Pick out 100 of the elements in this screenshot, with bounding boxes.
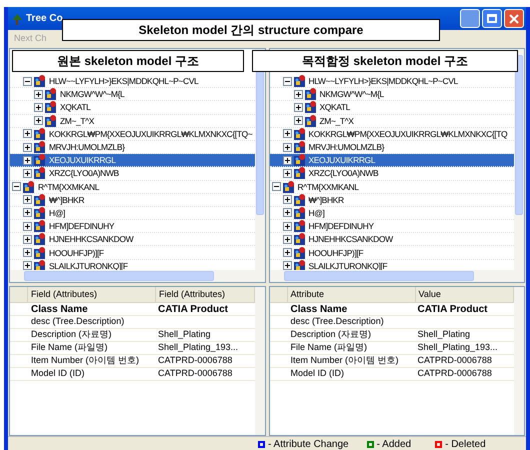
tree-item[interactable]: HJNEHHKCSANKDOW (48, 233, 134, 246)
product-icon (304, 88, 316, 100)
product-icon (34, 167, 46, 180)
expand-toggle[interactable] (282, 168, 292, 178)
expand-toggle[interactable] (282, 261, 292, 270)
tree-item[interactable]: XEOJUXUIKRRGL (308, 154, 376, 166)
expand-toggle[interactable] (294, 116, 302, 126)
product-icon (294, 75, 306, 88)
tree-item[interactable]: HFM]DEFDINUHY (308, 220, 375, 232)
expand-toggle[interactable] (23, 156, 32, 165)
callout-label: Skeleton model 간의 structure compare (62, 19, 440, 41)
tree-item[interactable]: ZM~_T^X (318, 114, 355, 127)
tree-item[interactable]: HJNEHHKCSANKDOW (308, 233, 394, 246)
tree-item[interactable]: MRVJH:UMOLMZLB} (48, 141, 126, 154)
tree-item[interactable]: NKMGW^W^~M{L (318, 88, 385, 100)
tree-item[interactable]: NKMGW^W^~M{L (59, 88, 126, 100)
tree-item[interactable]: ZM~_T^X (59, 114, 96, 127)
table-cell-text: desc (Tree.Description) (290, 316, 385, 328)
table-cell-text: CATIA Product (157, 303, 229, 315)
tree-item[interactable]: H@] (308, 206, 326, 219)
expand-toggle[interactable] (23, 129, 32, 138)
expand-toggle[interactable] (23, 195, 32, 204)
minimize-button[interactable] (460, 9, 480, 28)
product-icon (294, 194, 306, 206)
tree-item[interactable]: HOOUHFJP)][F (48, 246, 105, 259)
product-icon (45, 114, 57, 127)
maximize-button[interactable] (482, 9, 502, 28)
pane-caption: 목적함정 skeleton model 구조 (252, 50, 518, 72)
collapse-toggle[interactable] (12, 182, 21, 192)
expand-toggle[interactable] (282, 248, 292, 258)
tree-item[interactable]: HLW~~LYFYLH>}EKS|MDDKQHL~P~CVL (308, 75, 459, 88)
table-cell-text: Shell_Plating (157, 329, 212, 341)
horizontal-scrollbar[interactable] (270, 270, 524, 282)
collapse-toggle[interactable] (272, 182, 280, 192)
table-cell-text: Class Name (290, 303, 348, 315)
table-cell-text: Shell_Plating_193... (157, 342, 240, 354)
product-icon (34, 75, 46, 88)
expand-toggle[interactable] (282, 222, 292, 231)
product-icon (34, 260, 46, 270)
tree-item[interactable]: R^TM{XXMKANL (37, 180, 100, 193)
legend-label: - Deleted (445, 438, 486, 450)
expand-toggle[interactable] (282, 129, 292, 138)
table-cell-text: Description (자료명) (30, 329, 113, 341)
table-cell-text: CATPRD-0006788 (157, 368, 234, 380)
expand-toggle[interactable] (34, 116, 43, 126)
expand-toggle[interactable] (23, 248, 32, 258)
tree-item[interactable]: ₩^]BHKR (308, 194, 345, 206)
product-icon (34, 194, 46, 206)
column-header[interactable]: Attribute (288, 287, 416, 302)
column-header[interactable]: Field (Attributes) (28, 287, 156, 302)
tree-item[interactable]: HFM]DEFDINUHY (48, 220, 116, 232)
product-icon (294, 206, 306, 219)
expand-toggle[interactable] (34, 90, 43, 99)
product-icon (294, 141, 306, 154)
table-cell-text: Description (자료명) (290, 329, 372, 341)
tree-item[interactable]: KOKKRGL₩PM{XXEOJUXUIKRRGL₩KLMXNKXC{[TQ~ (48, 128, 254, 140)
table-cell-text: Model ID (ID) (30, 368, 86, 380)
vertical-scrollbar[interactable] (254, 287, 264, 435)
table-cell-text: desc (Tree.Description) (30, 316, 126, 328)
expand-toggle[interactable] (282, 195, 292, 204)
tree-item[interactable]: ₩^]BHKR (48, 194, 86, 206)
tree-item[interactable]: HLW~~LYFYLH>}EKS|MDDKQHL~P~CVL (48, 75, 200, 88)
close-button[interactable] (504, 9, 524, 28)
tree-item[interactable]: KOKKRGL₩PM{XXEOJUXUIKRRGL₩KLMXNKXC{[TQ (308, 128, 508, 140)
table-cell-text: File Name (파일명) (290, 342, 368, 354)
expand-toggle[interactable] (294, 102, 302, 112)
vertical-scrollbar[interactable] (514, 49, 524, 270)
legend-label: - Attribute Change (268, 438, 349, 450)
expand-toggle[interactable] (282, 142, 292, 152)
collapse-toggle[interactable] (282, 76, 292, 86)
vertical-scrollbar[interactable] (514, 287, 524, 435)
expand-toggle[interactable] (23, 142, 32, 152)
product-icon (34, 206, 46, 219)
product-icon (34, 233, 46, 246)
expand-toggle[interactable] (23, 261, 32, 270)
tree-item[interactable]: R^TM{XXMKANL (296, 180, 360, 193)
product-icon (294, 167, 306, 180)
expand-toggle[interactable] (282, 156, 292, 165)
horizontal-scrollbar[interactable] (10, 270, 264, 282)
legend-label: - Added (376, 438, 412, 450)
expand-toggle[interactable] (23, 168, 32, 178)
expand-toggle[interactable] (34, 102, 43, 112)
product-icon (34, 141, 46, 154)
tree-item[interactable]: H@] (48, 206, 66, 219)
expand-toggle[interactable] (294, 90, 302, 99)
table-cell-text: Class Name (30, 303, 89, 315)
expand-toggle[interactable] (282, 234, 292, 244)
tree-item[interactable]: HOOUHFJP)][F (308, 246, 364, 259)
tree-item[interactable]: XRZC{LYO0A)NWB (48, 167, 120, 180)
tree-item[interactable]: XQKATL (318, 101, 352, 114)
expand-toggle[interactable] (23, 208, 32, 218)
product-icon (34, 246, 46, 259)
tree-item[interactable]: XEOJUXUIKRRGL (48, 154, 117, 166)
expand-toggle[interactable] (282, 208, 292, 218)
tree-item[interactable]: XRZC{LYO0A)NWB (308, 167, 380, 180)
tree-item[interactable]: MRVJH:UMOLMZLB} (308, 141, 386, 154)
collapse-toggle[interactable] (23, 76, 32, 86)
expand-toggle[interactable] (23, 222, 32, 231)
tree-item[interactable]: XQKATL (59, 101, 92, 114)
expand-toggle[interactable] (23, 234, 32, 244)
